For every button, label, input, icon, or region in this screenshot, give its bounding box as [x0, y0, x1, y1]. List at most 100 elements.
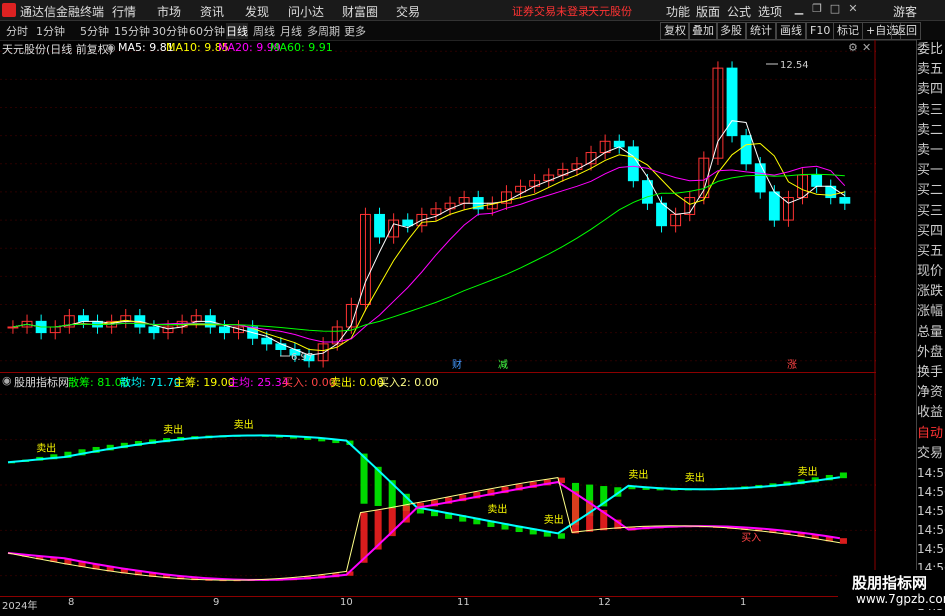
trade-label[interactable]: 交易: [917, 444, 945, 464]
sell-signal: 卖出: [798, 465, 818, 478]
adjust-button[interactable]: 复权: [660, 22, 690, 40]
menu-wealth[interactable]: 财富圈: [342, 3, 378, 20]
sell-signal: 卖出: [487, 503, 507, 516]
event-marker-finance[interactable]: 财: [452, 358, 462, 371]
tick-time-0: 14:56: [917, 465, 945, 480]
period-toolbar: 分时 1分钟 5分钟 15分钟 30分钟 60分钟 日线 周线 月线 多周期 更…: [0, 21, 945, 41]
settings-icon[interactable]: ⚙: [848, 41, 858, 54]
indicator-bars: [8, 435, 847, 582]
period-1min[interactable]: 1分钟: [36, 23, 65, 39]
menu-formula[interactable]: 公式: [727, 3, 751, 20]
event-marker-reduce[interactable]: 减: [498, 359, 508, 371]
event-marker-rise[interactable]: 涨: [787, 359, 797, 371]
quote-field-5: 卖一: [917, 142, 944, 158]
quote-field-10: 买五: [917, 243, 944, 259]
high-label: 12.54: [780, 60, 809, 71]
quote-field-17: 净资: [917, 385, 944, 401]
candle-body: [374, 213, 385, 238]
watermark-url: www.7gpzb.com: [856, 592, 945, 606]
back-button[interactable]: 返回: [891, 22, 921, 40]
period-more[interactable]: 更多: [344, 23, 366, 39]
candle-body: [402, 219, 414, 227]
candle-body: [613, 140, 625, 148]
date-label-year: 2024年: [2, 601, 38, 612]
app-logo-icon: [2, 3, 16, 17]
ind-retail-avg-label: 散均: 71.70: [120, 376, 181, 389]
mark-button[interactable]: 标记: [833, 22, 863, 40]
high-marker: 12.54: [766, 60, 809, 71]
tick-time-3: 14:56: [917, 522, 945, 537]
retail-avg-line: [7, 434, 841, 535]
menu-market[interactable]: 市场: [157, 3, 181, 20]
multi-stock-button[interactable]: 多股: [716, 22, 746, 40]
candle-body: [275, 343, 287, 350]
ind-sell-label: 卖出: 0.00: [330, 376, 384, 389]
sell-signal: 卖出: [234, 418, 254, 431]
period-daily[interactable]: 日线: [226, 23, 248, 39]
menu-options[interactable]: 选项: [758, 3, 782, 20]
period-30min[interactable]: 30分钟: [152, 23, 188, 39]
date-label-dec: 12: [598, 597, 611, 608]
period-60min[interactable]: 60分钟: [189, 23, 225, 39]
ind-main-label: 主筹: 19.00: [174, 376, 235, 389]
period-15min[interactable]: 15分钟: [114, 23, 150, 39]
ma60-line: [12, 173, 845, 332]
auto-label[interactable]: 自动: [917, 424, 945, 444]
buy-signal: 买入: [741, 532, 761, 544]
main-bar: [839, 538, 847, 544]
period-multi[interactable]: 多周期: [307, 23, 340, 39]
date-axis: 2024年 8 9 10 11 12 1: [0, 596, 876, 612]
menu-function[interactable]: 功能: [666, 3, 690, 20]
draw-button[interactable]: 画线: [776, 22, 806, 40]
ind-buy-label: 买入: 0.00: [282, 376, 336, 389]
menu-trade[interactable]: 交易: [396, 3, 420, 20]
restore-icon[interactable]: ❐: [810, 2, 824, 16]
menu-discover[interactable]: 发现: [245, 3, 269, 20]
collapse-icon[interactable]: ◉: [106, 41, 116, 54]
candle-body: [839, 197, 851, 204]
quote-field-7: 买二: [917, 183, 944, 199]
quote-field-0: 委比: [917, 42, 944, 57]
ind-buy2-label: 买入2: 0.00: [378, 376, 439, 389]
app-title: 通达信金融终端: [20, 5, 105, 19]
menu-ask[interactable]: 问小达: [288, 3, 324, 20]
menu-layout[interactable]: 版面: [696, 3, 720, 20]
menu-quotes[interactable]: 行情: [112, 3, 136, 20]
login-status: 证券交易未登录: [512, 5, 589, 18]
watermark-name: 股朋指标网: [852, 574, 928, 592]
menu-news[interactable]: 资讯: [200, 3, 224, 20]
close-icon[interactable]: ✕: [846, 2, 860, 16]
minimize-icon[interactable]: ▁: [792, 2, 806, 16]
low-label: 6.97: [291, 352, 313, 363]
candle-body: [78, 315, 89, 322]
candlestick-chart[interactable]: 12.5012.0011.5011.0010.5010.009.509.008.…: [0, 40, 876, 372]
maximize-icon[interactable]: □: [828, 2, 842, 16]
indicator-chart[interactable]: 100.080.0060.0040.0020.00 卖出卖出卖出卖出卖出卖出卖出…: [0, 372, 876, 597]
period-timeshare[interactable]: 分时: [6, 23, 28, 39]
ind-main-avg-label: 主均: 25.34: [228, 376, 289, 389]
tick-time-4: 14:56: [917, 541, 945, 556]
period-5min[interactable]: 5分钟: [80, 23, 109, 39]
tick-time-1: 14:56: [917, 484, 945, 499]
low-marker: 6.97: [280, 352, 313, 363]
overlay-button[interactable]: 叠加: [688, 22, 718, 40]
period-weekly[interactable]: 周线: [253, 23, 275, 39]
sell-signal: 卖出: [628, 468, 648, 481]
indicator-title: 股朋指标网: [14, 376, 69, 389]
candle-body: [825, 185, 837, 199]
price-gridlines: [0, 50, 875, 362]
quote-field-11: 现价: [917, 264, 944, 280]
quote-field-1: 卖五: [917, 62, 944, 78]
indicator-collapse-icon[interactable]: ◉: [2, 374, 12, 387]
close-chart-icon[interactable]: ✕: [862, 41, 871, 54]
retail-bar: [839, 472, 847, 479]
period-monthly[interactable]: 月线: [280, 23, 302, 39]
stats-button[interactable]: 统计: [746, 22, 776, 40]
visitor-label[interactable]: 游客: [893, 3, 917, 20]
sell-signal: 卖出: [544, 513, 564, 526]
candle-body: [768, 191, 780, 221]
quote-field-15: 外盘: [917, 344, 944, 360]
date-label-oct: 10: [340, 597, 353, 608]
f10-button[interactable]: F10: [806, 22, 835, 40]
candle-body: [261, 337, 273, 345]
